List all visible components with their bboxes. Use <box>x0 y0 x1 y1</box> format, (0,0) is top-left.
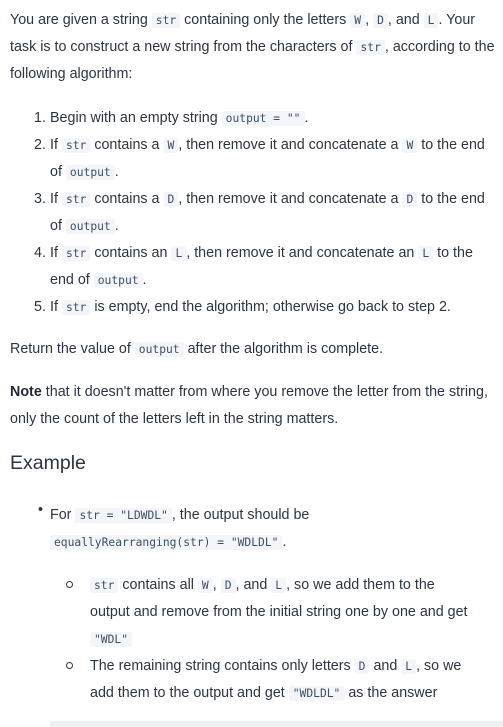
list-item: 4. If str contains an L, then remove it … <box>34 240 494 294</box>
example-sub-item: str contains all W, D, and L, so we add … <box>66 572 476 653</box>
return-text: Return the value of <box>10 341 131 357</box>
inline-code: L <box>418 246 434 261</box>
step-text: If <box>50 137 58 153</box>
code-block-edge <box>50 721 503 727</box>
intro-text: , and <box>387 12 420 28</box>
inline-code: output <box>134 342 184 357</box>
step-text: contains a <box>94 137 160 153</box>
inline-code: output <box>65 219 115 234</box>
intro-text: containing only the letters <box>184 12 347 28</box>
inline-code: D <box>163 192 179 207</box>
inline-code: D <box>373 13 388 28</box>
note-text: that it doesn't matter from where you re… <box>10 384 488 427</box>
inline-code: L <box>271 578 287 593</box>
inline-code: str <box>90 578 119 593</box>
inline-code: D <box>220 578 236 593</box>
step-number: 3. <box>34 191 46 207</box>
example-text-part: , the output should be <box>171 507 310 523</box>
inline-code: D <box>354 659 370 674</box>
inline-code: str <box>61 138 91 153</box>
list-item: 5. If str is empty, end the algorithm; o… <box>34 294 494 321</box>
step-text: . <box>114 218 119 234</box>
inline-code: output <box>65 165 115 180</box>
step-number: 4. <box>34 245 46 261</box>
bullet-icon: • <box>38 502 44 518</box>
example-text-part: For <box>50 507 72 523</box>
inline-code: str <box>61 246 91 261</box>
sub-text-part: , and <box>235 577 268 593</box>
circle-bullet-icon <box>66 581 73 588</box>
example-list-item: • For str = "LDWDL", the output should b… <box>38 502 493 556</box>
step-text: . <box>142 272 147 288</box>
return-text: after the algorithm is complete. <box>187 341 384 357</box>
step-text: . <box>304 110 309 126</box>
algorithm-steps: 1. Begin with an empty string output = "… <box>34 105 494 321</box>
step-text: If <box>50 299 58 315</box>
inline-code: str <box>61 192 91 207</box>
step-number: 1. <box>34 110 46 126</box>
list-item: 3. If str contains a D, then remove it a… <box>34 186 494 240</box>
intro-text: , <box>365 12 370 28</box>
inline-code: D <box>402 192 418 207</box>
sub-text-part: , <box>212 577 217 593</box>
example-text: For str = "LDWDL", the output should be … <box>50 502 493 556</box>
intro-text: You are given a string <box>10 12 148 28</box>
inline-code: str <box>151 13 181 28</box>
inline-code: output = "" <box>221 111 305 126</box>
sub-text-part: The remaining string contains only lette… <box>90 658 351 674</box>
list-item: 2. If str contains a W, then remove it a… <box>34 132 494 186</box>
return-paragraph: Return the value of output after the alg… <box>10 336 383 363</box>
inline-code: str = "LDWDL" <box>75 508 172 523</box>
step-text: . <box>114 164 119 180</box>
inline-code: W <box>197 578 213 593</box>
example-heading: Example <box>10 452 86 474</box>
step-text: is empty, end the algorithm; otherwise g… <box>94 299 451 315</box>
sub-text-part: contains all <box>122 577 194 593</box>
sub-text-part: and <box>373 658 398 674</box>
sub-item-text: str contains all W, D, and L, so we add … <box>90 572 476 653</box>
inline-code: L <box>171 246 187 261</box>
example-sub-item: The remaining string contains only lette… <box>66 653 476 707</box>
example-text-part: . <box>282 534 287 550</box>
step-text: contains an <box>94 245 168 261</box>
step-text: If <box>50 245 58 261</box>
inline-code: W <box>163 138 179 153</box>
inline-code: L <box>401 659 417 674</box>
step-text: If <box>50 191 58 207</box>
step-text: contains a <box>94 191 160 207</box>
note-label: Note <box>10 384 42 400</box>
inline-code: W <box>350 13 366 28</box>
inline-code: str <box>61 300 91 315</box>
sub-text-part: as the answer <box>348 685 438 701</box>
step-text: Begin with an empty string <box>50 110 218 126</box>
inline-code: output <box>93 273 143 288</box>
inline-code: "WDL" <box>90 632 133 647</box>
step-text: , then remove it and concatenate a <box>178 137 399 153</box>
inline-code: W <box>402 138 418 153</box>
step-text: , then remove it and concatenate an <box>186 245 415 261</box>
inline-code: "WDLDL" <box>288 686 345 701</box>
sub-item-text: The remaining string contains only lette… <box>90 653 476 707</box>
inline-code: equallyRearranging(str) = "WDLDL" <box>50 535 283 550</box>
step-number: 5. <box>34 299 46 315</box>
note-paragraph: Note that it doesn't matter from where y… <box>10 379 495 433</box>
inline-code: str <box>356 40 385 55</box>
inline-code: L <box>423 13 439 28</box>
intro-paragraph: You are given a string str containing on… <box>10 7 495 88</box>
circle-bullet-icon <box>66 662 73 669</box>
step-text: , then remove it and concatenate a <box>178 191 399 207</box>
list-item: 1. Begin with an empty string output = "… <box>34 105 494 132</box>
step-number: 2. <box>34 137 46 153</box>
